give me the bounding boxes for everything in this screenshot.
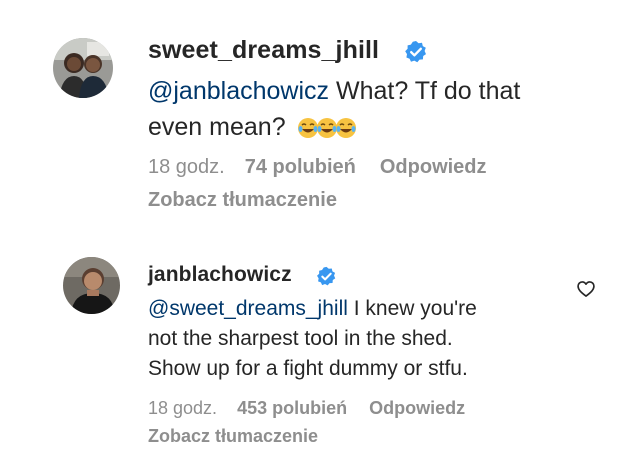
avatar[interactable] (63, 257, 120, 314)
comment-text-line2: even mean? (148, 113, 286, 141)
avatar[interactable] (53, 38, 113, 98)
reply-button[interactable]: Odpowiedz (369, 398, 465, 419)
comment-text: @sweet_dreams_jhill I knew you're not th… (148, 294, 568, 384)
verified-badge-icon (316, 266, 337, 287)
mention-link[interactable]: @janblachowicz (148, 77, 329, 105)
mention-link[interactable]: @sweet_dreams_jhill (148, 297, 348, 320)
comment-sweet-dreams-jhill: sweet_dreams_jhill @janblachowicz What? … (0, 0, 634, 240)
comment-meta: 18 godz. 74 polubień Odpowiedz (148, 156, 487, 179)
see-translation-button[interactable]: Zobacz tłumaczenie (148, 426, 318, 447)
verified-badge-icon (404, 40, 428, 64)
comment-janblachowicz: janblachowicz @sweet_dreams_jhill I knew… (0, 240, 634, 475)
likes-count-button[interactable]: 453 polubień (237, 398, 347, 419)
comment-text-line1: I knew you're (347, 297, 477, 320)
comment-username[interactable]: sweet_dreams_jhill (148, 36, 379, 65)
likes-count-button[interactable]: 74 polubień (245, 156, 356, 179)
comment-text-line1: What? Tf do that (329, 77, 521, 105)
see-translation-button[interactable]: Zobacz tłumaczenie (148, 189, 337, 212)
comment-text-line2: not the sharpest tool in the shed. (148, 327, 453, 350)
comment-meta: 18 godz. 453 polubień Odpowiedz (148, 398, 465, 419)
comment-username[interactable]: janblachowicz (148, 263, 292, 287)
comment-time: 18 godz. (148, 156, 225, 178)
reply-button[interactable]: Odpowiedz (380, 156, 487, 179)
tears-of-joy-emoji-icon (335, 113, 357, 138)
heart-outline-icon[interactable] (576, 279, 596, 299)
comment-time: 18 godz. (148, 398, 218, 418)
comment-text-line3: Show up for a fight dummy or stfu. (148, 357, 468, 380)
comment-text: @janblachowicz What? Tf do that even mea… (148, 73, 618, 149)
laughing-emoji-group (297, 113, 357, 149)
